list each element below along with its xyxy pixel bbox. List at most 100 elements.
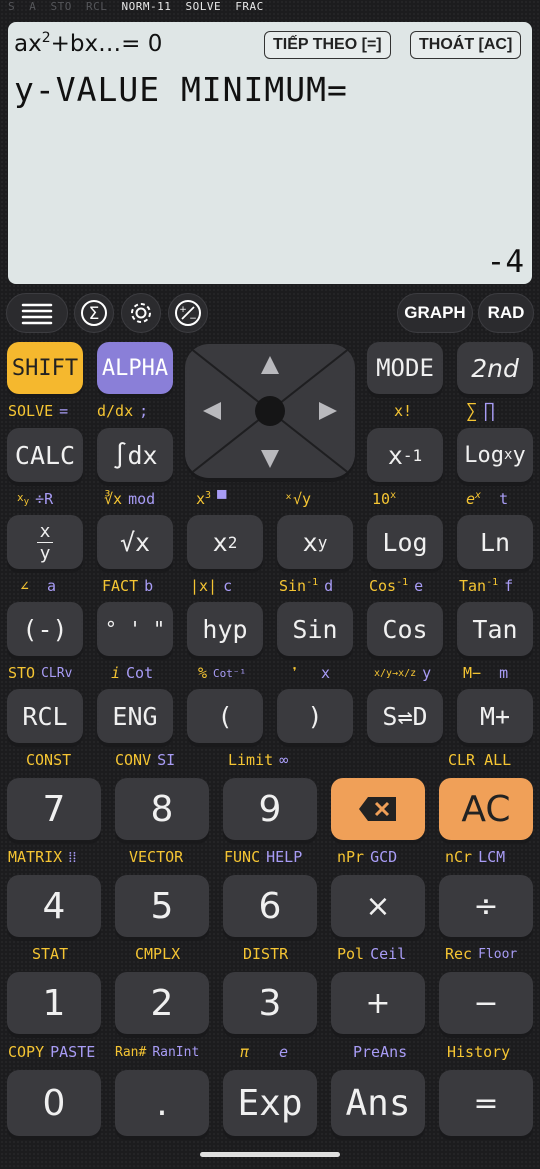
label-ran: Ran# RanInt — [115, 1044, 200, 1060]
status-s: S — [8, 0, 16, 13]
subtract-key[interactable]: − — [439, 972, 533, 1034]
label-matrix: MATRIX ⁞⁞ — [8, 847, 77, 867]
rcl-key[interactable]: RCL — [7, 689, 83, 743]
label-i-cot: i Cot — [111, 664, 154, 682]
equation-label: ax2+bx…= 0 — [14, 30, 163, 57]
label-atan-f: Tan-1 f — [459, 577, 514, 595]
label-cbrt-mod: ∛x mod — [104, 490, 156, 508]
dms-key[interactable]: ° ' " — [97, 602, 173, 656]
label-fact-b: FACT b — [102, 577, 154, 595]
exit-button[interactable]: THOÁT [AC] — [410, 31, 522, 59]
inverse-key[interactable]: x -1 — [367, 428, 443, 482]
sqrt-key[interactable]: √x — [97, 515, 173, 569]
label-angle-a: ∠ a — [20, 577, 57, 595]
close-paren-key[interactable]: ) — [277, 689, 353, 743]
negative-key[interactable]: (-) — [7, 602, 83, 656]
one-key[interactable]: 1 — [7, 972, 101, 1034]
label-sto-clrv: STO CLRv — [8, 664, 73, 682]
log-key[interactable]: Log — [367, 515, 443, 569]
label-limit: Limit ∞ — [228, 751, 289, 769]
status-frac: FRAC — [235, 0, 264, 13]
eight-key[interactable]: 8 — [115, 778, 209, 840]
plus-minus-button[interactable]: + − — [168, 293, 208, 333]
second-key[interactable]: 2nd — [457, 342, 533, 394]
eng-key[interactable]: ENG — [97, 689, 173, 743]
integral-key[interactable]: ∫dx — [97, 428, 173, 482]
mode-key[interactable]: MODE — [367, 342, 443, 394]
direction-pad[interactable] — [185, 344, 355, 478]
equals-key[interactable]: = — [439, 1070, 533, 1136]
sin-key[interactable]: Sin — [277, 602, 353, 656]
shift-key[interactable]: SHIFT — [7, 342, 83, 394]
label-acos-e: Cos-1 e — [369, 577, 424, 595]
label-asin-d: Sin-1 d — [279, 577, 334, 595]
multiply-key[interactable]: × — [331, 875, 425, 937]
svg-text:−: − — [189, 314, 197, 324]
label-vector: VECTOR — [129, 848, 184, 866]
status-bar: S A STO RCL NORM-11 SOLVE FRAC — [8, 0, 271, 16]
next-button[interactable]: TIẾP THEO [=] — [264, 31, 391, 59]
result-prompt: y-VALUE MINIMUM= — [14, 70, 348, 109]
label-const: CONST — [26, 751, 72, 769]
six-key[interactable]: 6 — [223, 875, 317, 937]
power-key[interactable]: xy — [277, 515, 353, 569]
home-indicator[interactable] — [200, 1152, 340, 1157]
label-ncr-lcm: nCr LCM — [445, 848, 506, 866]
label-e-power: ex t — [466, 490, 509, 508]
five-key[interactable]: 5 — [115, 875, 209, 937]
label-solve: SOLVE = — [8, 402, 69, 420]
label-stat: STAT — [32, 945, 69, 963]
label-factorial: x! — [394, 402, 413, 420]
sd-key[interactable]: S⇌D — [367, 689, 443, 743]
label-npr-gcd: nPr GCD — [337, 848, 398, 866]
exp-key[interactable]: Exp — [223, 1070, 317, 1136]
label-ten-power: 10x — [372, 490, 397, 508]
mplus-key[interactable]: M+ — [457, 689, 533, 743]
status-norm: NORM-11 — [121, 0, 172, 13]
label-conv-y: x/y→x/z y — [374, 664, 432, 682]
ln-key[interactable]: Ln — [457, 515, 533, 569]
four-key[interactable]: 4 — [7, 875, 101, 937]
status-solve: SOLVE — [185, 0, 222, 13]
svg-text:+: + — [179, 305, 187, 315]
graph-button[interactable]: GRAPH — [397, 293, 473, 333]
two-key[interactable]: 2 — [115, 972, 209, 1034]
add-key[interactable]: + — [331, 972, 425, 1034]
settings-button[interactable] — [121, 293, 161, 333]
logxy-key[interactable]: Log x y — [457, 428, 533, 482]
backspace-key[interactable] — [331, 778, 425, 840]
sigma-button[interactable]: Σ — [74, 293, 114, 333]
ans-key[interactable]: Ans — [331, 1070, 425, 1136]
square-key[interactable]: x2 — [187, 515, 263, 569]
dpad-arrows-icon — [185, 344, 355, 478]
tan-key[interactable]: Tan — [457, 602, 533, 656]
nine-key[interactable]: 9 — [223, 778, 317, 840]
hyp-key[interactable]: hyp — [187, 602, 263, 656]
seven-key[interactable]: 7 — [7, 778, 101, 840]
label-distr: DISTR — [243, 945, 289, 963]
menu-button[interactable] — [6, 293, 68, 333]
cos-key[interactable]: Cos — [367, 602, 443, 656]
zero-key[interactable]: 0 — [7, 1070, 101, 1136]
calc-key[interactable]: CALC — [7, 428, 83, 482]
label-root: ˣ√y — [284, 490, 312, 508]
status-a: A — [29, 0, 37, 13]
svg-text:Σ: Σ — [89, 304, 100, 324]
label-cube: x3 ▀ — [196, 490, 227, 508]
label-mminus-m: M− m — [463, 664, 509, 682]
menu-icon — [21, 303, 53, 325]
open-paren-key[interactable]: ( — [187, 689, 263, 743]
label-ddx: d/dx; — [97, 402, 149, 420]
label-history: History — [447, 1043, 511, 1061]
divide-key[interactable]: ÷ — [439, 875, 533, 937]
fraction-key[interactable]: xy — [7, 515, 83, 569]
sigma-icon: Σ — [81, 300, 107, 326]
backspace-icon — [359, 797, 396, 821]
three-key[interactable]: 3 — [223, 972, 317, 1034]
alpha-key[interactable]: ALPHA — [97, 342, 173, 394]
rad-button[interactable]: RAD — [478, 293, 534, 333]
decimal-key[interactable]: . — [115, 1070, 209, 1136]
calculator-display: ax2+bx…= 0 TIẾP THEO [=] THOÁT [AC] y-VA… — [8, 22, 532, 284]
ac-key[interactable]: AC — [439, 778, 533, 840]
label-sigma-pi: ∑ ∏ — [466, 400, 495, 422]
